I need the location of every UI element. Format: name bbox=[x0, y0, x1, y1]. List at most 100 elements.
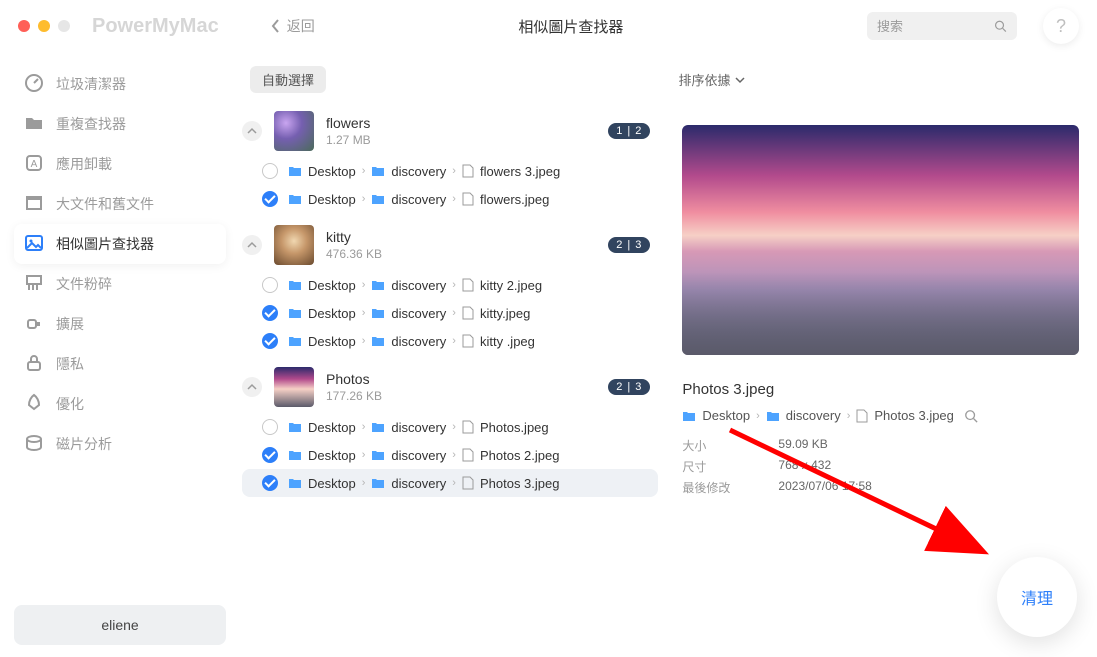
collapse-toggle[interactable] bbox=[242, 121, 262, 141]
gauge-icon bbox=[24, 73, 44, 96]
page-title: 相似圖片查找器 bbox=[287, 16, 855, 37]
chevron-left-icon bbox=[271, 19, 281, 33]
sidebar-item-uninstaller[interactable]: A應用卸載 bbox=[14, 144, 226, 184]
file-row[interactable]: Desktop› discovery› Photos 2.jpeg bbox=[242, 441, 658, 469]
folder-icon bbox=[24, 113, 44, 136]
sidebar-item-shredder[interactable]: 文件粉碎 bbox=[14, 264, 226, 304]
file-path: Desktop› discovery› kitty 2.jpeg bbox=[288, 278, 542, 293]
file-name: kitty.jpeg bbox=[480, 306, 530, 321]
result-group: flowers 1.27 MB 1 | 2 Desktop› discovery… bbox=[242, 105, 658, 213]
file-row[interactable]: Desktop› discovery› Photos 3.jpeg bbox=[242, 469, 658, 497]
search-box[interactable] bbox=[867, 12, 1017, 40]
group-header[interactable]: Photos 177.26 KB 2 | 3 bbox=[242, 361, 658, 413]
file-path: Desktop› discovery› Photos.jpeg bbox=[288, 420, 549, 435]
group-size: 177.26 KB bbox=[326, 389, 596, 403]
sidebar-item-large-old[interactable]: 大文件和舊文件 bbox=[14, 184, 226, 224]
sort-label: 排序依據 bbox=[679, 70, 731, 89]
file-row[interactable]: Desktop› discovery› kitty .jpeg bbox=[242, 327, 658, 355]
file-row[interactable]: Desktop› discovery› kitty 2.jpeg bbox=[242, 271, 658, 299]
path-segment: Desktop bbox=[702, 408, 750, 423]
chevron-up-icon bbox=[247, 240, 257, 250]
file-checkbox[interactable] bbox=[262, 447, 278, 463]
collapse-toggle[interactable] bbox=[242, 377, 262, 397]
file-name: Photos 3.jpeg bbox=[480, 476, 560, 491]
svg-text:A: A bbox=[31, 159, 38, 170]
file-checkbox[interactable] bbox=[262, 419, 278, 435]
collapse-toggle[interactable] bbox=[242, 235, 262, 255]
file-checkbox[interactable] bbox=[262, 305, 278, 321]
sidebar-item-label: 大文件和舊文件 bbox=[56, 194, 154, 214]
result-group: kitty 476.36 KB 2 | 3 Desktop› discovery… bbox=[242, 219, 658, 355]
meta-size-label: 大小 bbox=[682, 437, 738, 454]
sidebar: 垃圾清潔器重複查找器 A應用卸載大文件和舊文件相似圖片查找器文件粉碎擴展隱私優化磁… bbox=[0, 52, 236, 657]
sidebar-item-dup-finder[interactable]: 重複查找器 bbox=[14, 104, 226, 144]
selection-badge: 2 | 3 bbox=[608, 379, 650, 395]
results-list: flowers 1.27 MB 1 | 2 Desktop› discovery… bbox=[242, 105, 658, 645]
file-name: kitty .jpeg bbox=[480, 334, 535, 349]
sort-dropdown[interactable]: 排序依據 bbox=[679, 70, 745, 89]
minimize-window-button[interactable] bbox=[38, 20, 50, 32]
chevron-up-icon bbox=[247, 126, 257, 136]
preview-image bbox=[682, 125, 1079, 355]
app-box-icon: A bbox=[24, 153, 44, 176]
auto-select-button[interactable]: 自動選擇 bbox=[250, 66, 326, 93]
chevron-down-icon bbox=[735, 75, 745, 85]
file-row[interactable]: Desktop› discovery› flowers 3.jpeg bbox=[242, 157, 658, 185]
window-controls bbox=[18, 20, 70, 32]
clean-button[interactable]: 清理 bbox=[997, 557, 1077, 637]
group-thumbnail bbox=[274, 367, 314, 407]
sidebar-item-optimize[interactable]: 優化 bbox=[14, 384, 226, 424]
app-brand: PowerMyMac bbox=[92, 15, 219, 38]
file-row[interactable]: Desktop› discovery› Photos.jpeg bbox=[242, 413, 658, 441]
fullscreen-window-button[interactable] bbox=[58, 20, 70, 32]
preview-meta: 大小59.09 KB 尺寸768 x 432 最後修改2023/07/06 17… bbox=[682, 437, 1079, 500]
sidebar-item-similar-images[interactable]: 相似圖片查找器 bbox=[14, 224, 226, 264]
file-checkbox[interactable] bbox=[262, 333, 278, 349]
meta-mod-label: 最後修改 bbox=[682, 479, 738, 496]
file-checkbox[interactable] bbox=[262, 191, 278, 207]
path-segment: discovery bbox=[786, 408, 841, 423]
preview-filename: Photos 3.jpeg bbox=[682, 381, 1079, 398]
group-header[interactable]: kitty 476.36 KB 2 | 3 bbox=[242, 219, 658, 271]
file-checkbox[interactable] bbox=[262, 163, 278, 179]
file-path: Desktop› discovery› flowers.jpeg bbox=[288, 192, 549, 207]
file-checkbox[interactable] bbox=[262, 475, 278, 491]
image-icon bbox=[24, 233, 44, 256]
file-row[interactable]: Desktop› discovery› flowers.jpeg bbox=[242, 185, 658, 213]
archive-icon bbox=[24, 193, 44, 216]
group-name: flowers bbox=[326, 115, 596, 131]
file-name: kitty 2.jpeg bbox=[480, 278, 542, 293]
rocket-icon bbox=[24, 393, 44, 416]
selection-badge: 2 | 3 bbox=[608, 237, 650, 253]
sidebar-item-label: 優化 bbox=[56, 394, 84, 414]
file-path: Desktop› discovery› Photos 3.jpeg bbox=[288, 476, 559, 491]
close-window-button[interactable] bbox=[18, 20, 30, 32]
sidebar-item-privacy[interactable]: 隱私 bbox=[14, 344, 226, 384]
folder-icon bbox=[766, 410, 780, 422]
meta-mod-value: 2023/07/06 17:58 bbox=[778, 479, 871, 496]
chevron-right-icon: › bbox=[756, 410, 760, 422]
reveal-in-finder-icon[interactable] bbox=[964, 409, 978, 423]
sidebar-item-trash-cleaner[interactable]: 垃圾清潔器 bbox=[14, 64, 226, 104]
file-name: flowers 3.jpeg bbox=[480, 164, 560, 179]
sidebar-item-disk[interactable]: 磁片分析 bbox=[14, 424, 226, 464]
user-button[interactable]: eliene bbox=[14, 605, 226, 645]
chevron-up-icon bbox=[247, 382, 257, 392]
sidebar-item-label: 隱私 bbox=[56, 354, 84, 374]
search-input[interactable] bbox=[877, 19, 994, 34]
sidebar-item-label: 重複查找器 bbox=[56, 114, 126, 134]
group-size: 1.27 MB bbox=[326, 133, 596, 147]
plug-icon bbox=[24, 313, 44, 336]
result-group: Photos 177.26 KB 2 | 3 Desktop› discover… bbox=[242, 361, 658, 497]
file-path: Desktop› discovery› kitty.jpeg bbox=[288, 306, 530, 321]
file-checkbox[interactable] bbox=[262, 277, 278, 293]
sidebar-item-label: 磁片分析 bbox=[56, 434, 112, 454]
toolbar: 自動選擇 排序依據 bbox=[236, 52, 1097, 101]
file-row[interactable]: Desktop› discovery› kitty.jpeg bbox=[242, 299, 658, 327]
sidebar-item-extensions[interactable]: 擴展 bbox=[14, 304, 226, 344]
file-path: Desktop› discovery› kitty .jpeg bbox=[288, 334, 535, 349]
group-header[interactable]: flowers 1.27 MB 1 | 2 bbox=[242, 105, 658, 157]
meta-dim-value: 768 x 432 bbox=[778, 458, 831, 475]
selection-badge: 1 | 2 bbox=[608, 123, 650, 139]
help-button[interactable]: ? bbox=[1043, 8, 1079, 44]
